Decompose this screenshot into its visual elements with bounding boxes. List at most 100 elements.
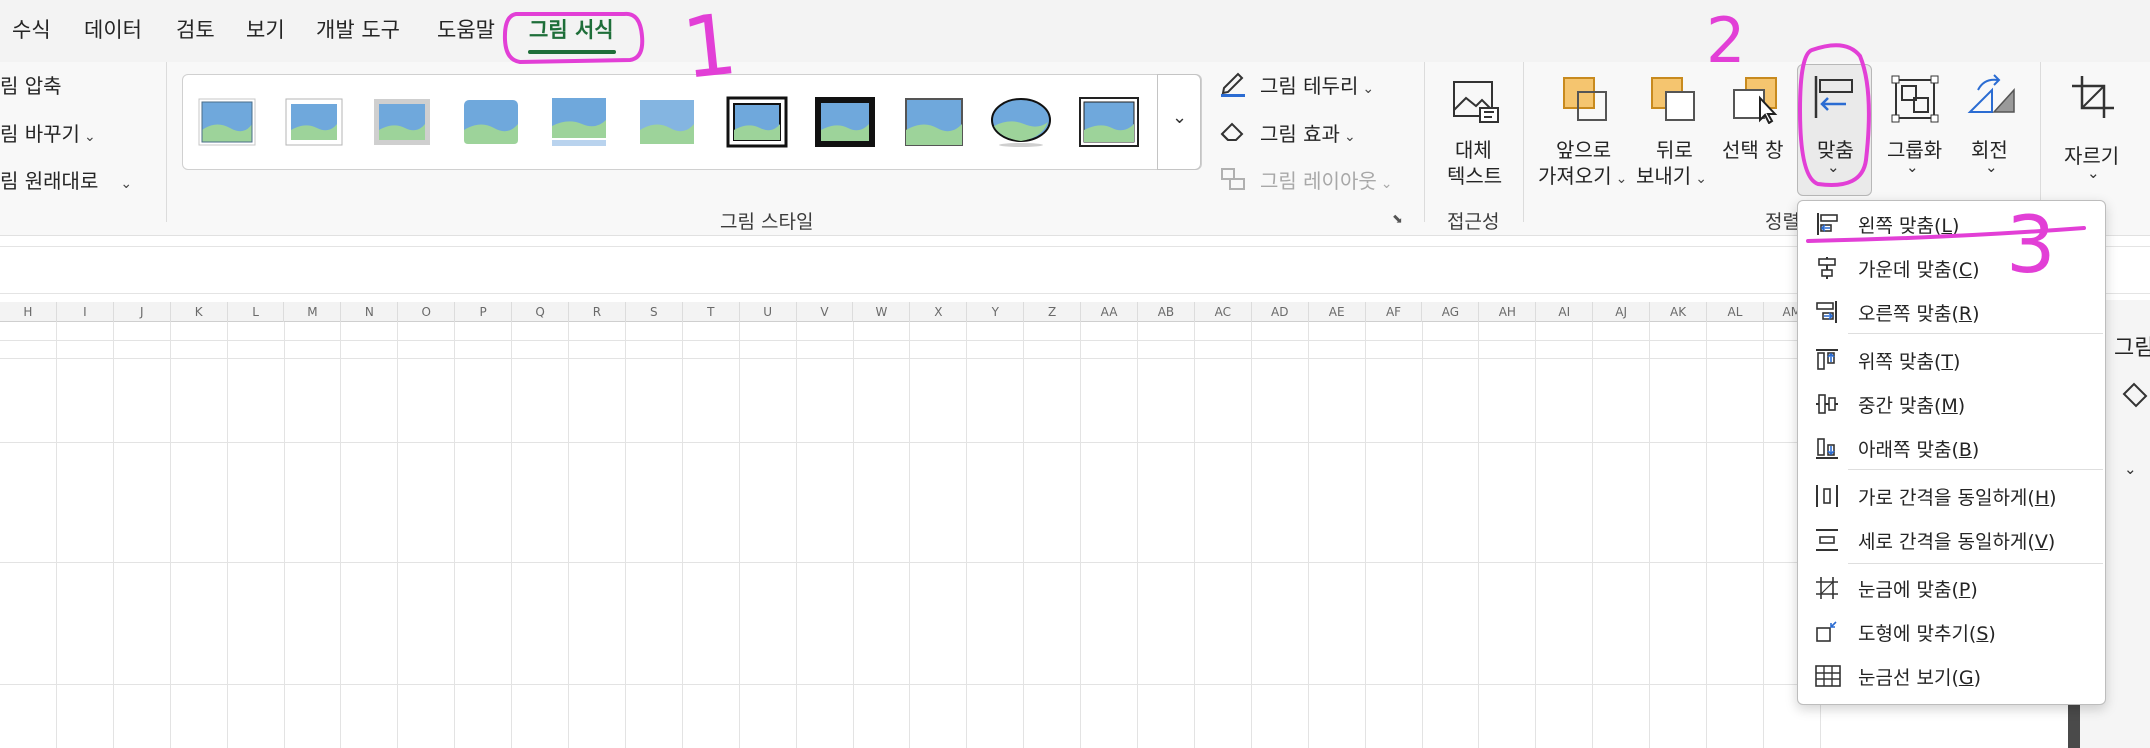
column-header[interactable]: L [228, 302, 285, 322]
alt-text-line1[interactable]: 대체 [1455, 134, 1492, 163]
menu-developer[interactable]: 개발 도구 [316, 14, 400, 44]
style-thumbnail[interactable] [283, 96, 345, 148]
picture-effects-button[interactable]: 그림 효과 ⌄ [1260, 118, 1356, 147]
style-thumbnail[interactable] [371, 96, 433, 148]
picture-border-button[interactable]: 그림 테두리 ⌄ [1260, 70, 1374, 99]
menu-item-snap-to-shape[interactable]: 도형에 맞추기(S) [1798, 611, 2105, 651]
worksheet-grid[interactable] [0, 322, 2080, 748]
column-header[interactable]: X [910, 302, 968, 322]
picture-styles-group-label: 그림 스타일 [720, 211, 814, 233]
menu-item-distribute-vertical[interactable]: 세로 간격을 동일하게(V) [1798, 519, 2105, 559]
view-gridlines-icon [1814, 663, 1842, 689]
column-header[interactable]: H [0, 302, 57, 322]
column-header[interactable]: AI [1536, 302, 1594, 322]
selection-pane-button[interactable]: 선택 창 [1722, 134, 1784, 163]
group-divider [1424, 62, 1425, 222]
column-header[interactable]: Y [967, 302, 1025, 322]
fill-line-icon[interactable] [2120, 380, 2150, 410]
column-header[interactable]: AC [1195, 302, 1252, 322]
gallery-more-button[interactable]: ⌄ [1157, 74, 1201, 170]
menu-item-view-gridlines[interactable]: 눈금선 보기(G) [1798, 655, 2105, 695]
column-header[interactable]: O [398, 302, 456, 322]
column-header[interactable]: R [569, 302, 626, 322]
column-header[interactable]: J [114, 302, 171, 322]
column-header[interactable]: AA [1081, 302, 1138, 322]
style-thumbnail[interactable] [1078, 96, 1140, 148]
column-header[interactable]: S [626, 302, 683, 322]
column-header[interactable]: AB [1138, 302, 1195, 322]
reset-label: 림 원래대로 [0, 169, 99, 193]
menu-item-align-top[interactable]: 위쪽 맞춤(T) [1798, 339, 2105, 379]
change-picture-button[interactable]: 림 바꾸기 ⌄ [0, 118, 96, 147]
menu-item-snap-to-grid[interactable]: 눈금에 맞춤(P) [1798, 567, 2105, 607]
chevron-down-icon: ⌄ [2087, 164, 2100, 182]
access-key: L [1941, 215, 1952, 237]
column-header[interactable]: N [341, 302, 399, 322]
chevron-down-icon: ⌄ [83, 129, 96, 145]
change-label: 림 바꾸기 [0, 122, 80, 146]
style-thumbnail[interactable] [903, 96, 965, 148]
style-thumbnail[interactable] [460, 96, 522, 148]
column-header[interactable]: K [171, 302, 228, 322]
menu-item-text: ) [1971, 439, 1980, 461]
alt-text-line2[interactable]: 텍스트 [1447, 160, 1502, 189]
send-backward-button[interactable]: 보내기 ⌄ [1636, 160, 1707, 189]
column-header[interactable]: AL [1707, 302, 1764, 322]
compress-pictures-button[interactable]: 림 압축 [0, 70, 62, 99]
menu-item-distribute-horizontal[interactable]: 가로 간격을 동일하게(H) [1798, 475, 2105, 515]
menu-item-label: 중간 맞춤(M) [1858, 391, 1965, 418]
send-backward-line2: 보내기 [1636, 164, 1692, 188]
style-thumbnail[interactable] [726, 96, 788, 148]
menu-separator [1848, 333, 2103, 334]
chevron-down-icon: ⌄ [120, 176, 133, 192]
access-key: G [1958, 667, 1974, 689]
column-header[interactable]: V [797, 302, 854, 322]
column-header[interactable]: Q [512, 302, 569, 322]
menu-review[interactable]: 검토 [176, 14, 215, 44]
style-thumbnail[interactable] [814, 96, 876, 148]
column-header[interactable]: W [854, 302, 911, 322]
menu-view[interactable]: 보기 [246, 14, 285, 44]
column-header[interactable]: Z [1024, 302, 1082, 322]
column-header[interactable]: P [455, 302, 513, 322]
column-header[interactable]: AD [1252, 302, 1309, 322]
menu-formulas[interactable]: 수식 [12, 14, 51, 44]
column-header[interactable]: AE [1309, 302, 1366, 322]
menu-item-align-middle[interactable]: 중간 맞춤(M) [1798, 383, 2105, 423]
send-backward-line1[interactable]: 뒤로 [1656, 134, 1693, 163]
picture-effects-label: 그림 효과 [1260, 122, 1340, 146]
menu-item-align-center[interactable]: 가운데 맞춤(C) [1798, 247, 2105, 287]
reset-picture-button[interactable]: 림 원래대로 ⌄ [0, 165, 132, 194]
menu-item-align-left[interactable]: 왼쪽 맞춤(L) [1798, 203, 2105, 243]
dialog-launcher-icon[interactable]: ⬊ [1392, 212, 1403, 227]
column-header[interactable]: U [740, 302, 797, 322]
style-thumbnail[interactable] [990, 96, 1052, 148]
menu-help[interactable]: 도움말 [437, 14, 495, 44]
menu-item-text: 가로 간격을 동일하게( [1858, 487, 2035, 509]
menu-item-align-right[interactable]: 오른쪽 맞춤(R) [1798, 291, 2105, 331]
column-header[interactable]: AK [1650, 302, 1707, 322]
picture-layout-button[interactable]: 그림 레이아웃 ⌄ [1260, 165, 1393, 194]
menu-data[interactable]: 데이터 [84, 14, 142, 44]
menu-item-align-bottom[interactable]: 아래쪽 맞춤(B) [1798, 427, 2105, 467]
align-icon [1810, 72, 1860, 122]
align-top-icon [1814, 347, 1842, 373]
column-header[interactable]: AJ [1593, 302, 1651, 322]
chevron-down-icon: ⌄ [1827, 158, 1840, 176]
column-header[interactable]: AF [1366, 302, 1423, 322]
menu-picture-format[interactable]: 그림 서식 [529, 14, 614, 44]
style-thumbnail[interactable] [636, 96, 698, 148]
style-thumbnail[interactable] [548, 96, 610, 148]
bring-forward-line1[interactable]: 앞으로 [1556, 134, 1611, 163]
column-header[interactable]: I [57, 302, 114, 322]
column-header[interactable]: M [285, 302, 342, 322]
menu-item-text: 위쪽 맞춤( [1858, 351, 1942, 373]
chevron-down-icon[interactable]: ⌄ [2124, 460, 2137, 478]
column-header[interactable]: T [683, 302, 740, 322]
access-key: R [1958, 303, 1973, 325]
style-thumbnail[interactable] [196, 96, 258, 148]
bring-forward-button[interactable]: 가져오기 ⌄ [1538, 160, 1627, 189]
column-header[interactable]: AH [1479, 302, 1537, 322]
column-header[interactable]: AG [1423, 302, 1480, 322]
menu-item-label: 아래쪽 맞춤(B) [1858, 435, 1979, 462]
